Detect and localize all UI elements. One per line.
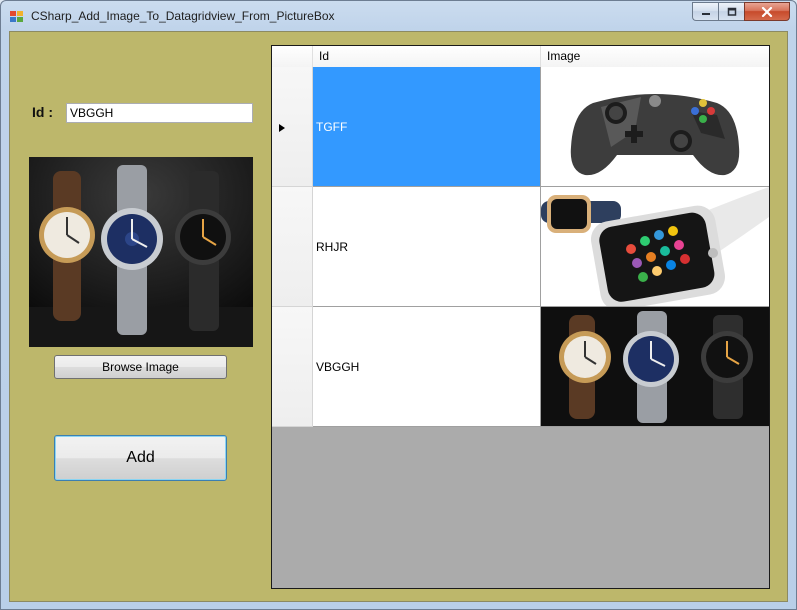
close-button[interactable]: [744, 2, 790, 21]
row-header[interactable]: [272, 307, 313, 427]
cell-image[interactable]: [541, 187, 769, 307]
table-row[interactable]: RHJR: [272, 187, 769, 307]
table-row[interactable]: TGFF: [272, 67, 769, 187]
close-icon: [761, 6, 773, 17]
cell-id[interactable]: VBGGH: [313, 307, 541, 427]
smartwatches-image: [29, 157, 253, 347]
row-header[interactable]: [272, 67, 313, 187]
maximize-icon: [727, 7, 736, 16]
cell-image[interactable]: [541, 67, 769, 187]
game-controller-image: [541, 67, 769, 186]
minimize-button[interactable]: [692, 2, 718, 21]
cell-id[interactable]: TGFF: [313, 67, 541, 187]
grid-top-left-header[interactable]: [272, 46, 313, 67]
id-input[interactable]: [66, 103, 253, 123]
smartwatches-image: [541, 307, 769, 426]
add-button[interactable]: Add: [54, 435, 227, 481]
form-client-area: Id : VBGGH Browse Image Add Id Image TGF…: [9, 31, 788, 602]
browse-image-button[interactable]: Browse Image: [54, 355, 227, 379]
row-header[interactable]: [272, 187, 313, 307]
current-row-arrow-icon: [279, 124, 285, 132]
column-header-image[interactable]: Image: [541, 46, 769, 67]
smartwatch-apps-image: [541, 187, 769, 306]
picture-box: [29, 157, 253, 347]
grid-header-row: Id Image: [272, 46, 769, 67]
column-header-id[interactable]: Id: [313, 46, 541, 67]
cell-id[interactable]: RHJR: [313, 187, 541, 307]
window-controls: [692, 2, 790, 22]
app-icon: [10, 11, 23, 22]
window-title: CSharp_Add_Image_To_Datagridview_From_Pi…: [31, 9, 335, 23]
table-row[interactable]: VBGGH: [272, 307, 769, 427]
data-grid-view[interactable]: Id Image TGFF RHJR VBGGH: [271, 45, 770, 589]
title-bar[interactable]: CSharp_Add_Image_To_Datagridview_From_Pi…: [1, 1, 796, 31]
id-label: Id :: [32, 104, 53, 120]
cell-image[interactable]: [541, 307, 769, 427]
maximize-button[interactable]: [718, 2, 744, 21]
minimize-icon: [701, 12, 710, 15]
app-window: CSharp_Add_Image_To_Datagridview_From_Pi…: [0, 0, 797, 610]
